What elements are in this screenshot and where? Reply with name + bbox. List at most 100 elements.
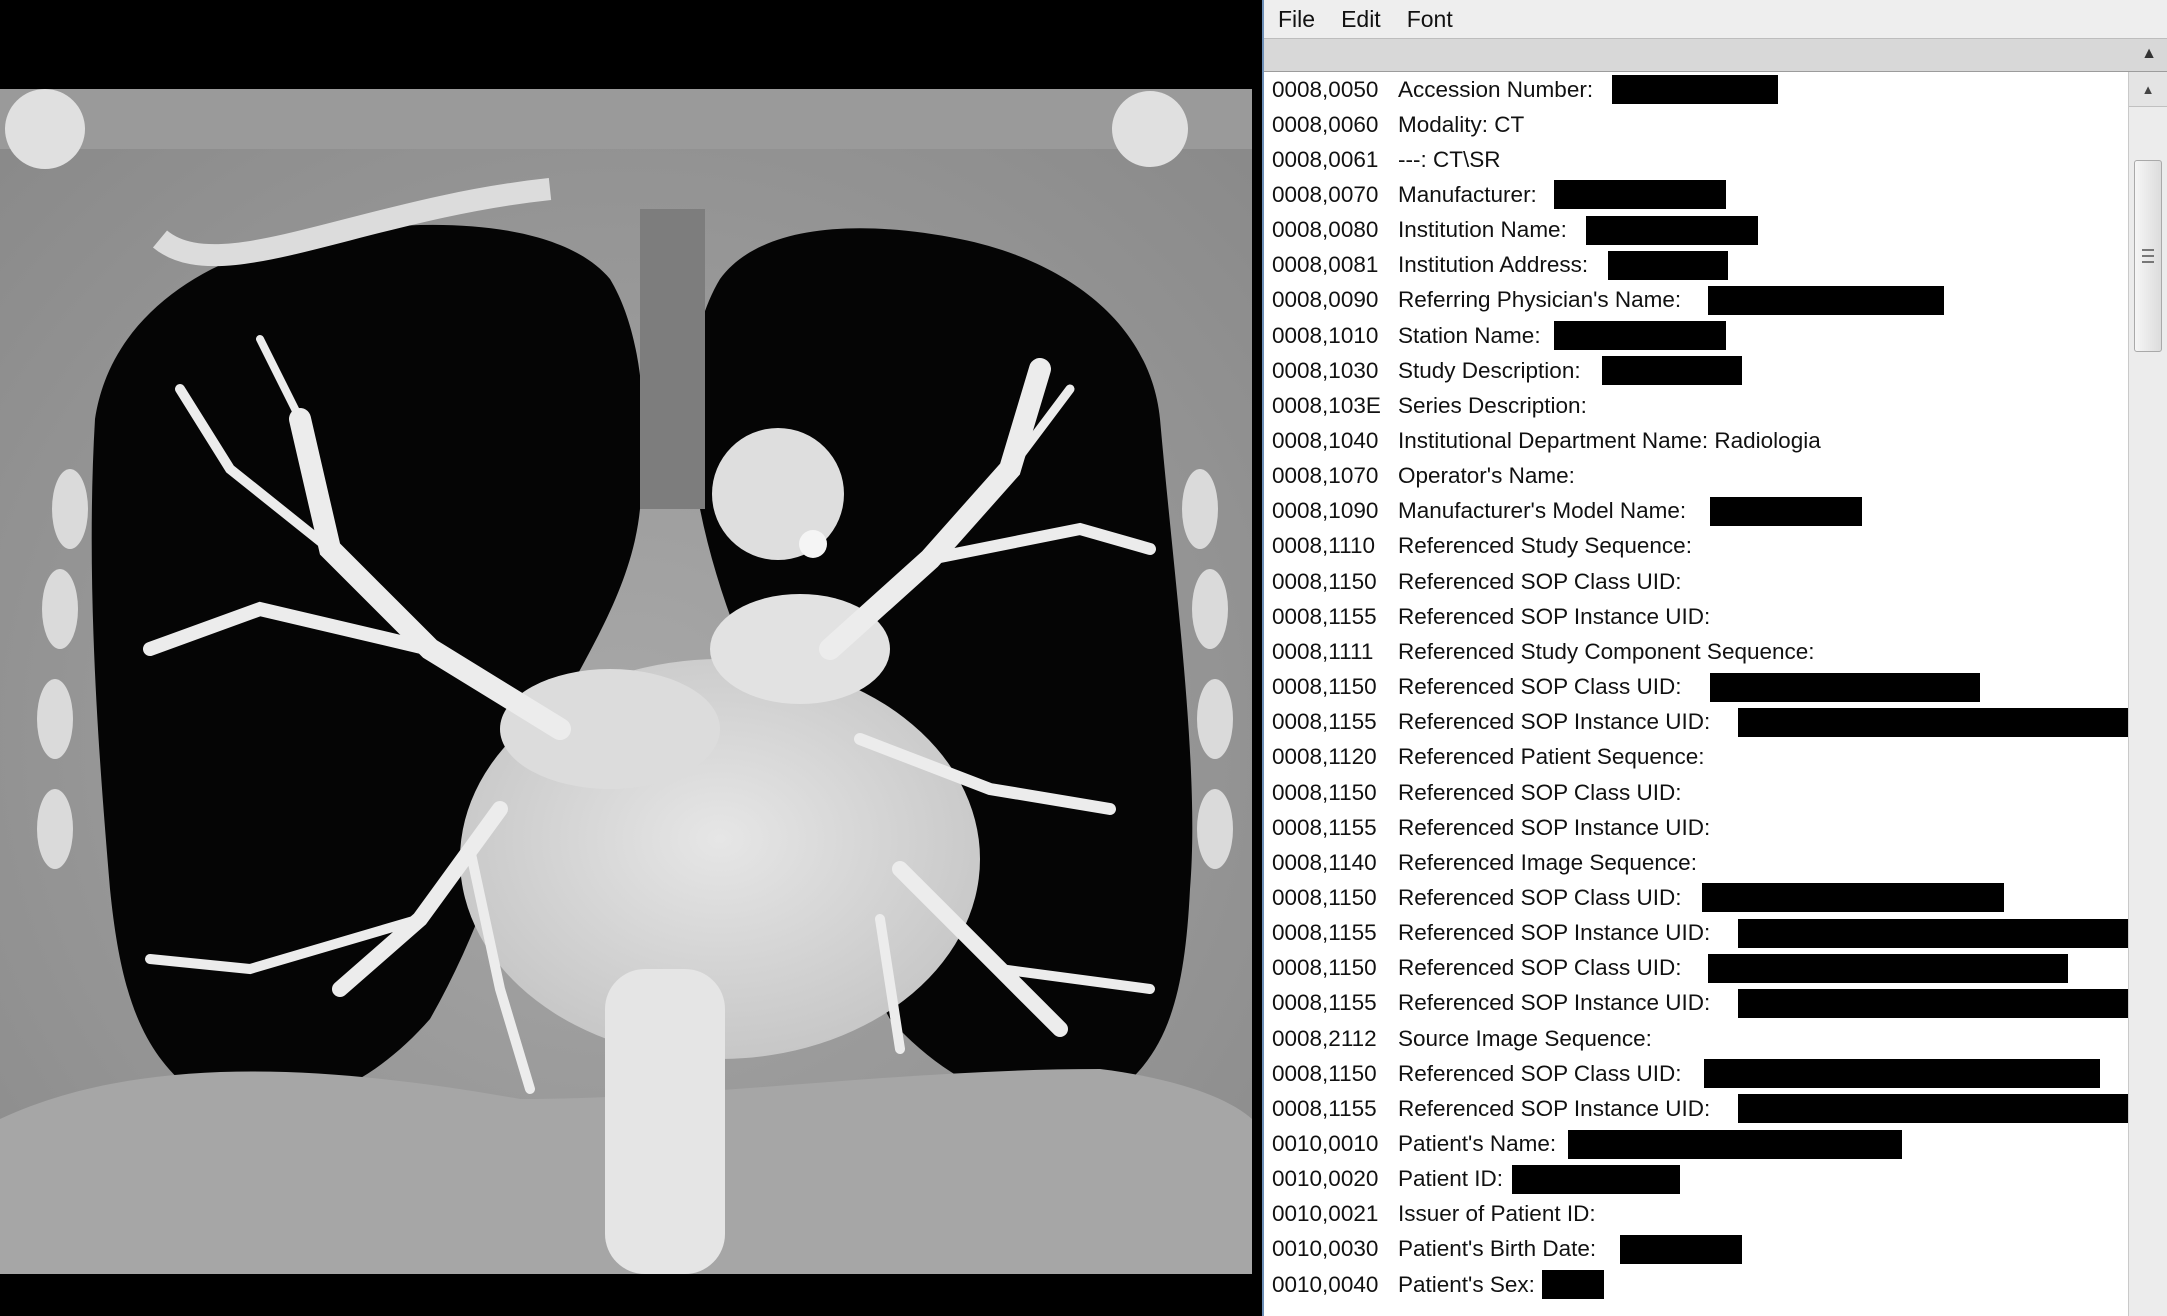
tag-description: Referenced SOP Instance UID:	[1398, 990, 1711, 1016]
tag-row: 0008,0081 Institution Address:	[1272, 248, 1588, 283]
tag-code: 0008,1150	[1272, 884, 1377, 910]
menu-edit[interactable]: Edit	[1341, 6, 1381, 33]
grip-icon	[2142, 249, 2154, 263]
tag-description: Referenced SOP Instance UID:	[1398, 1095, 1711, 1121]
redaction-box	[1738, 707, 2129, 737]
redaction-box	[1554, 180, 1726, 210]
tag-code: 0008,0050	[1272, 76, 1379, 102]
tag-code: 0008,0061	[1272, 146, 1379, 172]
redaction-box	[1554, 321, 1726, 351]
tag-row: 0008,0060 Modality: CT	[1272, 107, 1524, 142]
menu-file[interactable]: File	[1278, 6, 1315, 33]
tag-row: 0008,1090 Manufacturer's Model Name:	[1272, 494, 1686, 529]
tag-code: 0008,1030	[1272, 357, 1379, 383]
redaction-box	[1702, 883, 2004, 913]
tag-row: 0008,1155 Referenced SOP Instance UID:	[1272, 986, 1710, 1021]
redaction-box	[1708, 953, 2068, 983]
redaction-box	[1512, 1164, 1680, 1194]
dicom-tag-list[interactable]: 0008,0050 Accession Number: 0008,0060 Modal…	[1264, 72, 2129, 1316]
tag-description: ---: CT\SR	[1398, 146, 1501, 172]
tag-description: Referenced SOP Class UID:	[1398, 884, 1682, 910]
menu-bar: File Edit Font	[1264, 0, 2167, 38]
tag-description: Referenced SOP Class UID:	[1398, 779, 1682, 805]
redaction-box	[1710, 496, 1862, 526]
tag-row: 0010,0021 Issuer of Patient ID:	[1272, 1197, 1596, 1232]
tag-row: 0008,1140 Referenced Image Sequence:	[1272, 845, 1697, 880]
tag-code: 0008,1150	[1272, 568, 1377, 594]
redaction-box	[1542, 1270, 1604, 1300]
tag-code: 0010,0040	[1272, 1271, 1379, 1297]
tag-row: 0008,1155 Referenced SOP Instance UID:	[1272, 1091, 1710, 1126]
tag-row: 0008,1150 Referenced SOP Class UID:	[1272, 951, 1681, 986]
tag-description: Referenced SOP Instance UID:	[1398, 920, 1711, 946]
tag-description: Manufacturer's Model Name:	[1398, 498, 1687, 524]
tag-row: 0008,1150 Referenced SOP Class UID:	[1272, 775, 1681, 810]
scroll-thumb[interactable]	[2134, 160, 2162, 352]
tag-description: Referenced SOP Instance UID:	[1398, 709, 1711, 735]
tag-description: Institution Address:	[1398, 252, 1589, 278]
tag-row: 0008,0070 Manufacturer:	[1272, 177, 1537, 212]
tag-row: 0008,1111 Referenced Study Component Sequ…	[1272, 634, 1815, 669]
screen: File Edit Font ▲ 0008,0050 Accession Numb…	[0, 0, 2167, 1316]
tag-description: Referenced Patient Sequence:	[1398, 744, 1705, 770]
tag-row: 0008,0061 ---: CT\SR	[1272, 142, 1500, 177]
redaction-box	[1738, 918, 2129, 948]
redaction-box	[1568, 1129, 1902, 1159]
tag-row: 0008,0080 Institution Name:	[1272, 213, 1567, 248]
tag-row: 0008,0090 Referring Physician's Name:	[1272, 283, 1681, 318]
tag-code: 0008,1150	[1272, 674, 1377, 700]
tag-description: Referenced SOP Class UID:	[1398, 674, 1682, 700]
redaction-box	[1620, 1234, 1742, 1264]
tag-code: 0008,1155	[1272, 990, 1377, 1016]
tag-code: 0008,103E	[1272, 392, 1381, 418]
image-viewer[interactable]	[0, 0, 1262, 1316]
menu-font[interactable]: Font	[1407, 6, 1453, 33]
tag-row: 0008,1110 Referenced Study Sequence:	[1272, 529, 1692, 564]
redaction-box	[1612, 75, 1778, 104]
tag-row: 0008,0050 Accession Number:	[1272, 72, 1593, 107]
tag-code: 0010,0021	[1272, 1201, 1379, 1227]
tag-row: 0008,1030 Study Description:	[1272, 353, 1581, 388]
redaction-box	[1738, 1094, 2129, 1124]
tag-description: Referenced Study Component Sequence:	[1398, 638, 1815, 664]
redaction-box	[1708, 285, 1944, 315]
tag-code: 0008,0080	[1272, 217, 1379, 243]
tag-description: Referenced Image Sequence:	[1398, 849, 1697, 875]
tag-row: 0008,1070 Operator's Name:	[1272, 459, 1575, 494]
tag-row: 0010,0020 Patient ID:	[1272, 1162, 1503, 1197]
arrow-up-icon[interactable]: ▲	[2141, 45, 2157, 63]
tag-description: Operator's Name:	[1398, 463, 1575, 489]
tag-code: 0008,1111	[1272, 638, 1374, 664]
tag-code: 0008,1010	[1272, 322, 1379, 348]
tag-row: 0008,1155 Referenced SOP Instance UID:	[1272, 599, 1710, 634]
tag-description: Series Description:	[1398, 392, 1587, 418]
tag-description: Accession Number:	[1398, 76, 1594, 102]
tag-code: 0008,1070	[1272, 463, 1379, 489]
tag-code: 0008,1040	[1272, 428, 1379, 453]
tag-code: 0010,0020	[1272, 1166, 1379, 1192]
scroll-up-button[interactable]: ▲	[2129, 72, 2167, 107]
toolbar-strip: ▲	[1264, 38, 2167, 72]
tag-code: 0008,2112	[1272, 1025, 1377, 1051]
tag-description: Modality: CT	[1398, 111, 1525, 137]
ct-image[interactable]	[0, 89, 1252, 1274]
tag-row: 0008,1150 Referenced SOP Class UID:	[1272, 1056, 1681, 1091]
tag-row: 0008,1155 Referenced SOP Instance UID:	[1272, 810, 1710, 845]
tag-row: 0008,103E Series Description:	[1272, 388, 1587, 423]
tag-description: Patient's Birth Date:	[1398, 1236, 1597, 1262]
arrow-up-icon: ▲	[2141, 81, 2155, 97]
tag-code: 0008,0090	[1272, 287, 1379, 313]
tag-description: Issuer of Patient ID:	[1398, 1201, 1596, 1227]
tag-row: 0008,1010 Station Name:	[1272, 318, 1541, 353]
dicom-info-window: File Edit Font ▲ 0008,0050 Accession Numb…	[1262, 0, 2167, 1316]
tag-code: 0008,0081	[1272, 252, 1379, 278]
tag-row: 0008,1150 Referenced SOP Class UID:	[1272, 670, 1681, 705]
tag-code: 0008,0070	[1272, 181, 1379, 207]
redaction-box	[1710, 672, 1980, 702]
redaction-box	[1602, 356, 1742, 386]
tag-row: 0008,2112 Source Image Sequence:	[1272, 1021, 1652, 1056]
tag-code: 0008,1155	[1272, 1095, 1377, 1121]
tag-code: 0008,1155	[1272, 920, 1377, 946]
tag-code: 0008,1140	[1272, 849, 1377, 875]
vertical-scrollbar[interactable]: ▲	[2128, 72, 2167, 1316]
